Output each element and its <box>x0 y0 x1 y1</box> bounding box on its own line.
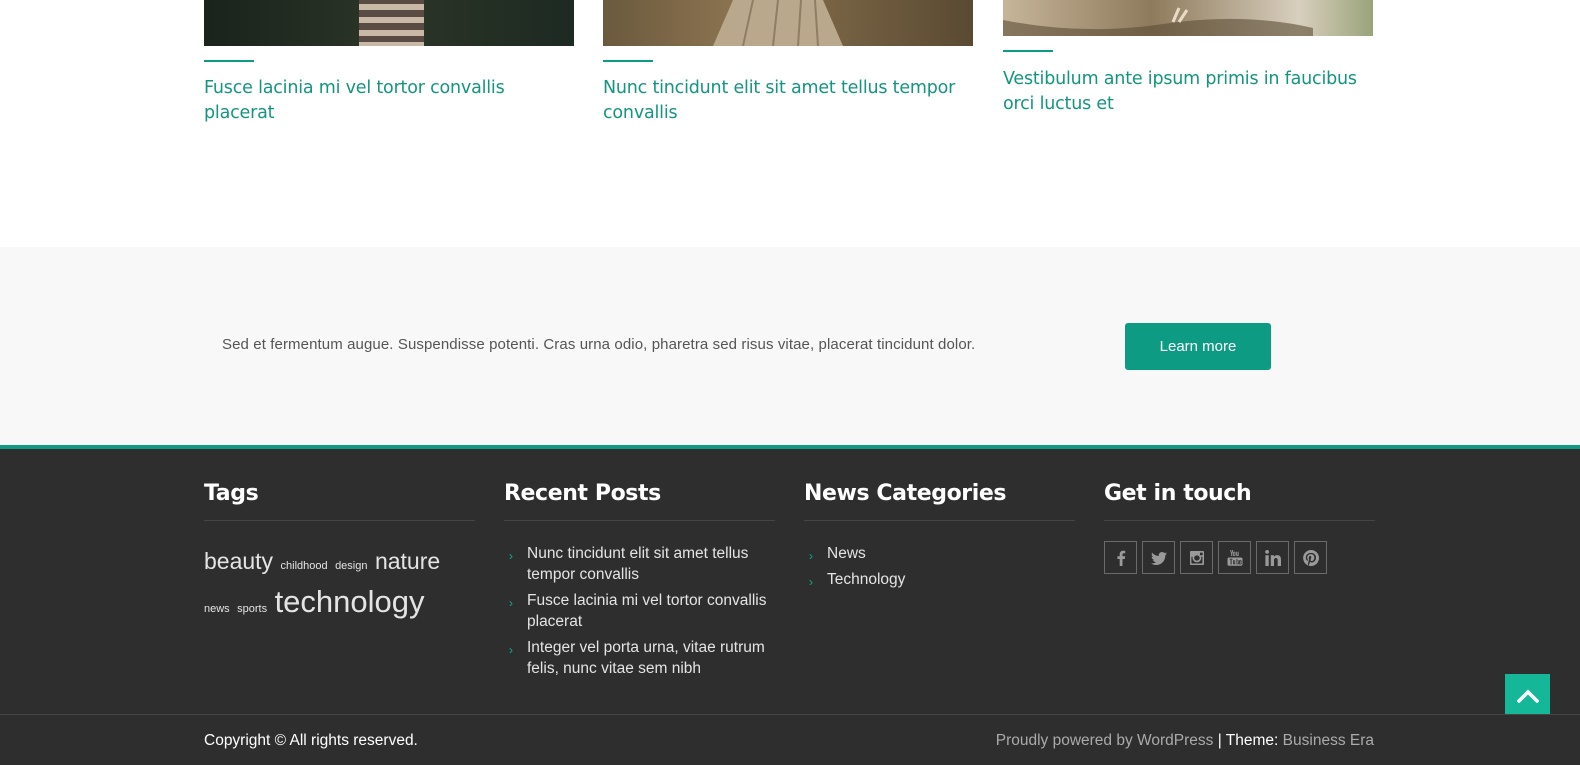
footer-widgets: Tags beauty childhood design nature news… <box>0 445 1580 714</box>
widget-title: Recent Posts <box>504 479 775 521</box>
site-info-bar: Copyright © All rights reserved. Proudly… <box>0 714 1580 765</box>
list-item: ››News <box>804 543 1075 564</box>
list-item: ››Technology <box>804 569 1075 590</box>
post-title-link[interactable]: Fusce lacinia mi vel tortor convallis pl… <box>204 76 576 126</box>
recent-post-link[interactable]: Nunc tincidunt elit sit amet tellus temp… <box>527 545 748 583</box>
post-thumbnail-image <box>1003 0 1373 36</box>
pinterest-icon[interactable] <box>1294 541 1327 574</box>
post-thumbnail-image <box>204 0 574 46</box>
credits: Proudly powered by WordPress | Theme: Bu… <box>996 732 1374 750</box>
theme-label: Theme: <box>1225 732 1279 749</box>
copyright-text: Copyright © All rights reserved. <box>204 732 418 749</box>
social-links <box>1104 541 1375 574</box>
recent-post-link[interactable]: Fusce lacinia mi vel tortor convallis pl… <box>527 592 766 630</box>
widget-title: Tags <box>204 479 475 521</box>
tag-cloud: beauty childhood design nature news spor… <box>204 543 475 627</box>
tag-link[interactable]: childhood <box>281 560 328 572</box>
post-thumbnail[interactable] <box>603 0 973 46</box>
post-thumbnail[interactable] <box>204 0 574 46</box>
list-item: ››Fusce lacinia mi vel tortor convallis … <box>504 590 775 632</box>
post-thumbnail-image <box>603 0 973 46</box>
facebook-icon[interactable] <box>1104 541 1137 574</box>
youtube-icon[interactable] <box>1218 541 1251 574</box>
post-divider <box>204 60 254 62</box>
chevron-up-icon <box>1516 689 1539 703</box>
category-link[interactable]: Technology <box>827 571 905 588</box>
widget-title: Get in touch <box>1104 479 1375 521</box>
categories-list: ››News ››Technology <box>804 543 1075 590</box>
recent-posts-widget: Recent Posts ››Nunc tincidunt elit sit a… <box>504 479 775 684</box>
theme-link[interactable]: Business Era <box>1283 732 1374 749</box>
twitter-icon[interactable] <box>1142 541 1175 574</box>
list-item: ››Nunc tincidunt elit sit amet tellus te… <box>504 543 775 585</box>
back-to-top-button[interactable] <box>1505 674 1550 718</box>
tag-link[interactable]: news <box>204 603 230 615</box>
call-to-action-section: Sed et fermentum augue. Suspendisse pote… <box>0 247 1580 445</box>
tag-link[interactable]: nature <box>375 548 440 574</box>
widget-title: News Categories <box>804 479 1075 521</box>
recent-post-link[interactable]: Integer vel porta urna, vitae rutrum fel… <box>527 639 765 677</box>
related-posts-section: Fusce lacinia mi vel tortor convallis pl… <box>0 0 1580 247</box>
tags-widget: Tags beauty childhood design nature news… <box>204 479 475 627</box>
news-categories-widget: News Categories ››News ››Technology <box>804 479 1075 595</box>
learn-more-button[interactable]: Learn more <box>1125 323 1271 370</box>
category-link[interactable]: News <box>827 545 866 562</box>
get-in-touch-widget: Get in touch <box>1104 479 1375 574</box>
wordpress-link[interactable]: Proudly powered by WordPress <box>996 732 1214 749</box>
linkedin-icon[interactable] <box>1256 541 1289 574</box>
post-divider <box>603 60 653 62</box>
tag-link[interactable]: design <box>335 560 367 572</box>
tag-link[interactable]: beauty <box>204 548 273 574</box>
cta-text: Sed et fermentum augue. Suspendisse pote… <box>222 336 976 353</box>
tag-link[interactable]: sports <box>237 603 267 615</box>
post-divider <box>1003 50 1053 52</box>
tag-link[interactable]: technology <box>275 584 425 619</box>
instagram-icon[interactable] <box>1180 541 1213 574</box>
post-thumbnail[interactable] <box>1003 0 1373 36</box>
recent-posts-list: ››Nunc tincidunt elit sit amet tellus te… <box>504 543 775 679</box>
separator: | <box>1217 732 1222 749</box>
list-item: ››Integer vel porta urna, vitae rutrum f… <box>504 637 775 679</box>
post-title-link[interactable]: Nunc tincidunt elit sit amet tellus temp… <box>603 76 975 126</box>
post-title-link[interactable]: Vestibulum ante ipsum primis in faucibus… <box>1003 67 1375 117</box>
